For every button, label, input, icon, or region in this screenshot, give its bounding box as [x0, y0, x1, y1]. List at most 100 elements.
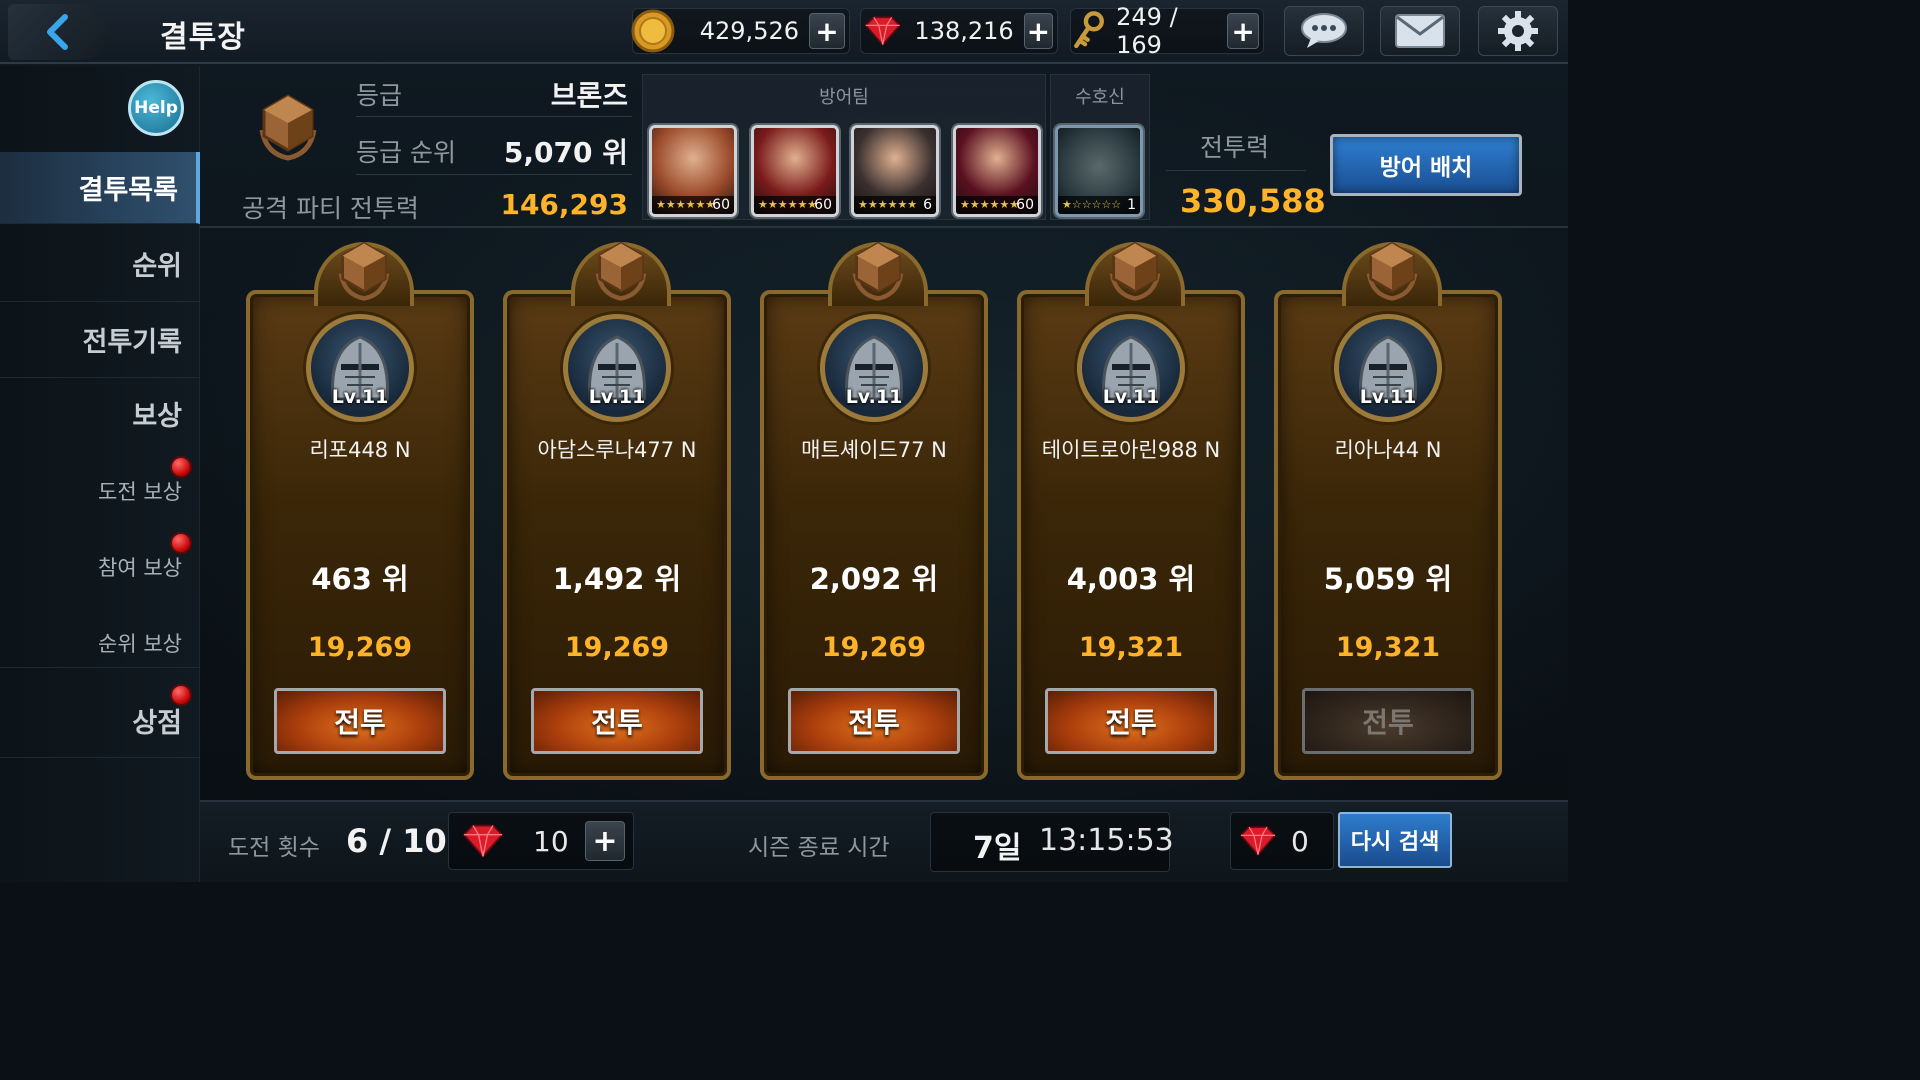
notification-dot — [170, 532, 192, 554]
back-button[interactable] — [8, 4, 108, 60]
hero-level: 60 — [1016, 197, 1034, 213]
hero-level: 60 — [814, 197, 832, 213]
opponent-power: 19,321 — [1078, 632, 1184, 663]
battle-button[interactable]: 전투 — [1045, 688, 1217, 754]
opponent-name: 매트셰이드77 N — [801, 438, 947, 462]
guardian-panel: 수호신 ★☆☆☆☆☆ 1 — [1050, 74, 1150, 220]
defense-hero-slot[interactable]: ★★★★★★ 60 — [649, 125, 737, 217]
grade-value: 브론즈 — [550, 79, 628, 112]
battle-button[interactable]: 전투 — [274, 688, 446, 754]
mail-button[interactable] — [1380, 6, 1460, 56]
challenge-count-value: 6 / 10 — [346, 822, 447, 860]
gold-plus-button[interactable]: + — [809, 13, 845, 49]
opponent-name: 테이트로아린988 N — [1041, 438, 1221, 462]
opponent-card: Lv.11 아담스루나477 N 1,492 위 19,269 전투 — [503, 241, 731, 780]
research-cost-box: 0 — [1230, 812, 1334, 870]
opponent-card: Lv.11 매트셰이드77 N 2,092 위 19,269 전투 — [760, 241, 988, 780]
season-end-label: 시즌 종료 시간 — [748, 835, 890, 861]
opponent-level: Lv.11 — [588, 386, 646, 408]
opponent-rank: 463 위 — [311, 562, 409, 596]
grade-label: 등급 — [356, 81, 403, 110]
gem-amount: 138,216 — [914, 17, 1014, 45]
opponent-rank: 2,092 위 — [809, 562, 939, 596]
battle-button[interactable]: 전투 — [1302, 688, 1474, 754]
notification-dot — [170, 456, 192, 478]
grade-rank-value: 5,070 위 — [503, 136, 628, 169]
hero-level: 1 — [1127, 197, 1136, 213]
season-time: 13:15:53 — [1039, 823, 1174, 858]
gem-resource: 138,216 + — [860, 8, 1058, 54]
grade-rank-label: 등급 순위 — [356, 138, 456, 167]
gold-coin-icon — [631, 9, 675, 53]
defense-hero-slot[interactable]: ★★★★★★ 60 — [953, 125, 1041, 217]
guardian-label: 수호신 — [1075, 87, 1125, 108]
key-amount: 249 / 169 — [1116, 3, 1178, 59]
sidebar-item-rewards[interactable]: 보상 — [0, 378, 200, 448]
sidebar: Help 결투목록 순위 전투기록 보상 도전 보상 참여 보상 순위 보상 상… — [0, 66, 200, 882]
opponent-rank: 5,059 위 — [1323, 562, 1453, 596]
defense-hero-slot[interactable]: ★★★★★★ 60 — [751, 125, 839, 217]
opponent-level: Lv.11 — [1102, 386, 1160, 408]
sidebar-item-label: 상점 — [132, 708, 182, 739]
refill-gem-box: 10 + — [448, 812, 634, 870]
sidebar-item-participation-reward[interactable]: 참여 보상 — [0, 542, 200, 592]
bronze-rank-icon — [338, 241, 390, 301]
opponent-name: 리포448 N — [309, 438, 411, 462]
red-gem-icon — [1239, 826, 1277, 856]
sidebar-item-battle-log[interactable]: 전투기록 — [0, 302, 200, 378]
bronze-rank-icon — [1109, 241, 1161, 301]
info-divider — [356, 116, 632, 117]
attack-power-label: 공격 파티 전투력 — [242, 194, 419, 223]
battle-button[interactable]: 전투 — [531, 688, 703, 754]
defense-deploy-button[interactable]: 방어 배치 — [1330, 134, 1522, 196]
gold-amount: 429,526 — [699, 17, 799, 45]
research-button[interactable]: 다시 검색 — [1338, 812, 1452, 868]
sidebar-item-ranking[interactable]: 순위 — [0, 226, 200, 302]
opponent-rank: 1,492 위 — [552, 562, 682, 596]
info-divider — [356, 174, 632, 175]
sidebar-item-label: 보상 — [132, 400, 182, 432]
settings-button[interactable] — [1478, 6, 1558, 56]
bronze-rank-icon — [259, 94, 317, 161]
opponent-power: 19,269 — [307, 632, 413, 663]
research-cost: 0 — [1291, 824, 1309, 858]
help-button[interactable]: Help — [128, 80, 184, 136]
defense-power-value: 330,588 — [1180, 182, 1326, 220]
sidebar-item-label: 결투목록 — [78, 175, 178, 206]
gold-resource: 429,526 + — [631, 8, 850, 54]
hero-level: 60 — [712, 197, 730, 213]
gear-icon — [1498, 11, 1538, 51]
top-bar: 결투장 429,526 + 138,216 + 249 / 169 + — [0, 0, 1568, 64]
refill-plus-button[interactable]: + — [585, 821, 625, 861]
sidebar-item-challenge-reward[interactable]: 도전 보상 — [0, 466, 200, 516]
opponent-level: Lv.11 — [845, 386, 903, 408]
sidebar-item-rank-reward[interactable]: 순위 보상 — [0, 618, 200, 668]
key-resource: 249 / 169 + — [1070, 3, 1264, 59]
red-gem-icon — [462, 824, 504, 858]
defense-hero-slot[interactable]: ★★★★★★ 6 — [851, 125, 939, 217]
opponent-rank: 4,003 위 — [1066, 562, 1196, 596]
attack-power-value: 146,293 — [500, 188, 628, 221]
battle-button[interactable]: 전투 — [788, 688, 960, 754]
sidebar-item-duel-list[interactable]: 결투목록 — [0, 152, 200, 224]
hero-level: 6 — [923, 197, 932, 213]
chat-button[interactable] — [1284, 6, 1364, 56]
red-gem-icon — [864, 16, 901, 46]
challenge-count-label: 도전 횟수 — [228, 835, 320, 861]
refill-cost: 10 — [533, 824, 569, 858]
bronze-rank-icon — [595, 241, 647, 301]
opponent-power: 19,269 — [821, 632, 927, 663]
opponent-power: 19,321 — [1335, 632, 1441, 663]
season-days: 7일 — [973, 831, 1022, 866]
bronze-rank-icon — [852, 241, 904, 301]
opponent-level: Lv.11 — [331, 386, 389, 408]
opponent-name: 아담스루나477 N — [537, 438, 697, 462]
mail-icon — [1395, 14, 1445, 48]
bronze-rank-icon — [1366, 241, 1418, 301]
notification-dot — [170, 684, 192, 706]
sidebar-item-label: 순위 보상 — [98, 631, 182, 656]
gem-plus-button[interactable]: + — [1023, 13, 1053, 49]
guardian-slot[interactable]: ★☆☆☆☆☆ 1 — [1055, 125, 1143, 217]
section-divider — [200, 226, 1568, 228]
key-plus-button[interactable]: + — [1227, 13, 1260, 49]
